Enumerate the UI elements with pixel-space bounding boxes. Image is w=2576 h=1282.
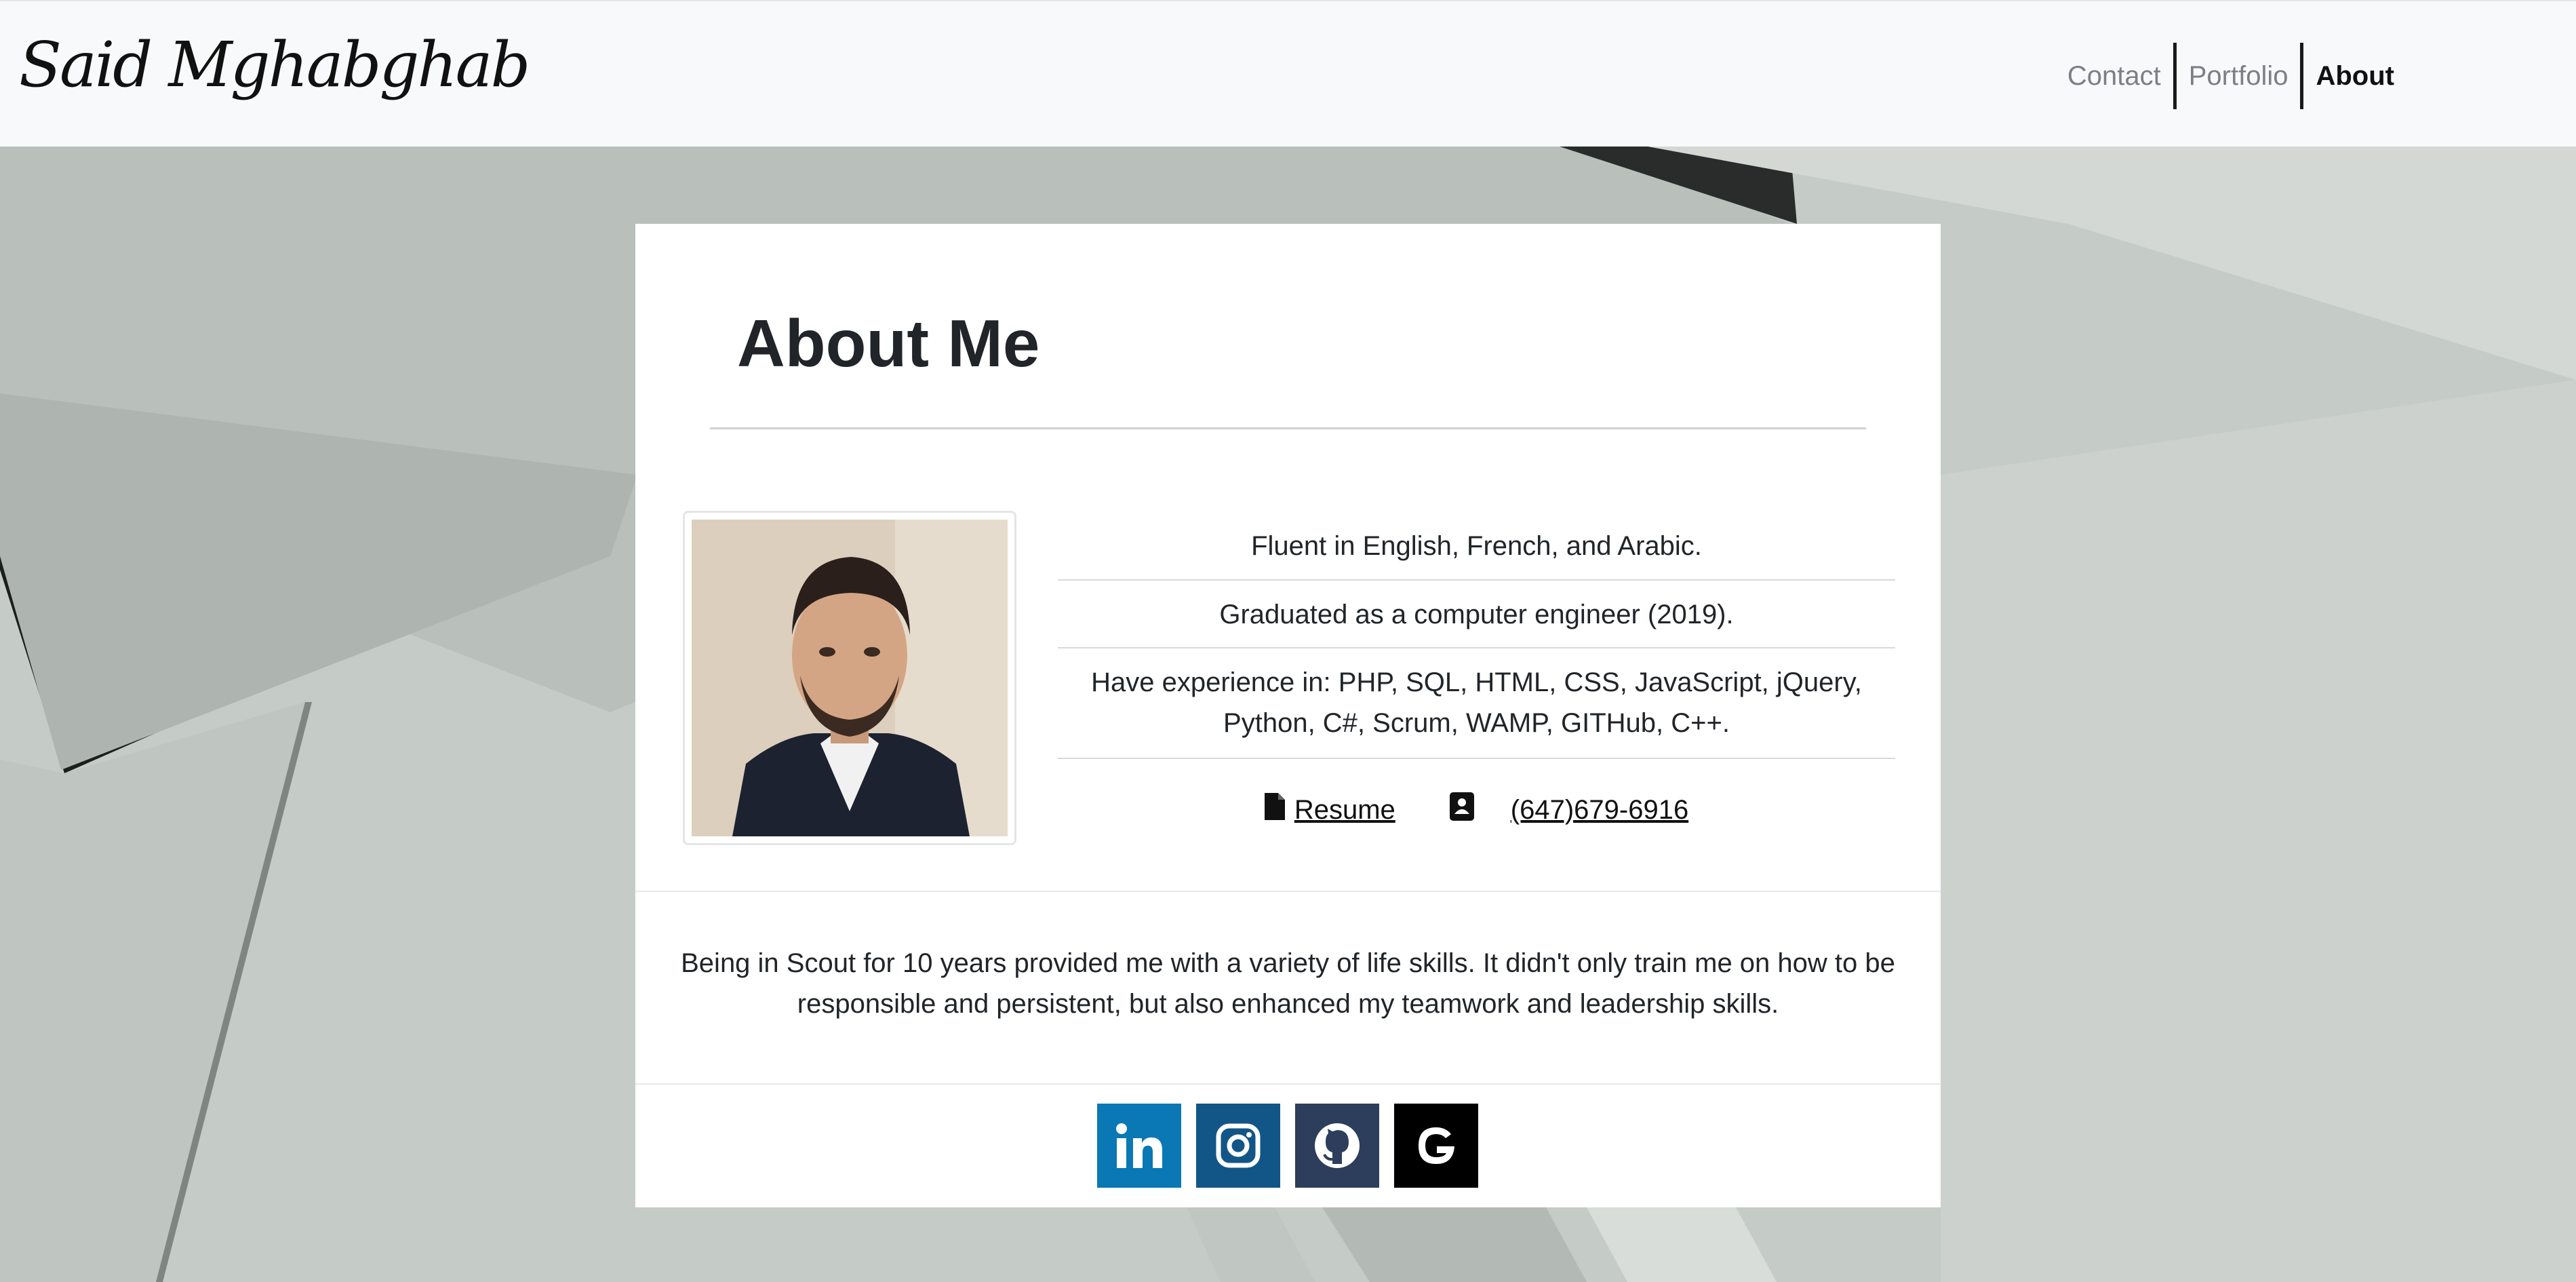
google-button[interactable]: [1394, 1104, 1478, 1188]
facts-list: Fluent in English, French, and Arabic. G…: [1058, 511, 1895, 861]
contact-links: Resume (647)679-6916: [1058, 759, 1895, 861]
brand-logo[interactable]: Said Mghabghab: [19, 28, 530, 101]
about-card: About Me Fluent in English, French, and …: [635, 224, 1941, 1207]
instagram-button[interactable]: [1196, 1104, 1280, 1188]
social-links: [1097, 1104, 1478, 1188]
nav-contact[interactable]: Contact: [2055, 61, 2173, 92]
nav-portfolio[interactable]: Portfolio: [2177, 61, 2301, 92]
nav-links: Contact Portfolio About: [2055, 42, 2406, 110]
linkedin-icon: [1116, 1123, 1162, 1168]
phone-link[interactable]: (647)679-6916: [1511, 795, 1688, 825]
section-divider: [635, 1083, 1941, 1085]
profile-photo-frame: [683, 511, 1016, 845]
navbar: Said Mghabghab Contact Portfolio About: [0, 0, 2576, 147]
page-title: About Me: [737, 306, 1040, 381]
bio-text: Being in Scout for 10 years provided me …: [681, 948, 1895, 1019]
resume-link[interactable]: Resume: [1294, 795, 1395, 825]
title-divider: [710, 427, 1866, 429]
section-divider: [635, 891, 1941, 892]
profile-photo: [692, 520, 1008, 836]
google-icon: [1419, 1127, 1454, 1164]
github-button[interactable]: [1295, 1104, 1379, 1188]
contact-card-icon: [1448, 792, 1475, 828]
file-icon: [1264, 793, 1285, 827]
fact-languages: Fluent in English, French, and Arabic.: [1058, 511, 1895, 581]
github-icon: [1315, 1123, 1360, 1168]
fact-education: Graduated as a computer engineer (2019).: [1058, 581, 1895, 648]
instagram-icon: [1216, 1123, 1261, 1168]
fact-experience: Have experience in: PHP, SQL, HTML, CSS,…: [1058, 648, 1895, 759]
linkedin-button[interactable]: [1097, 1104, 1181, 1188]
nav-about[interactable]: About: [2303, 61, 2406, 92]
